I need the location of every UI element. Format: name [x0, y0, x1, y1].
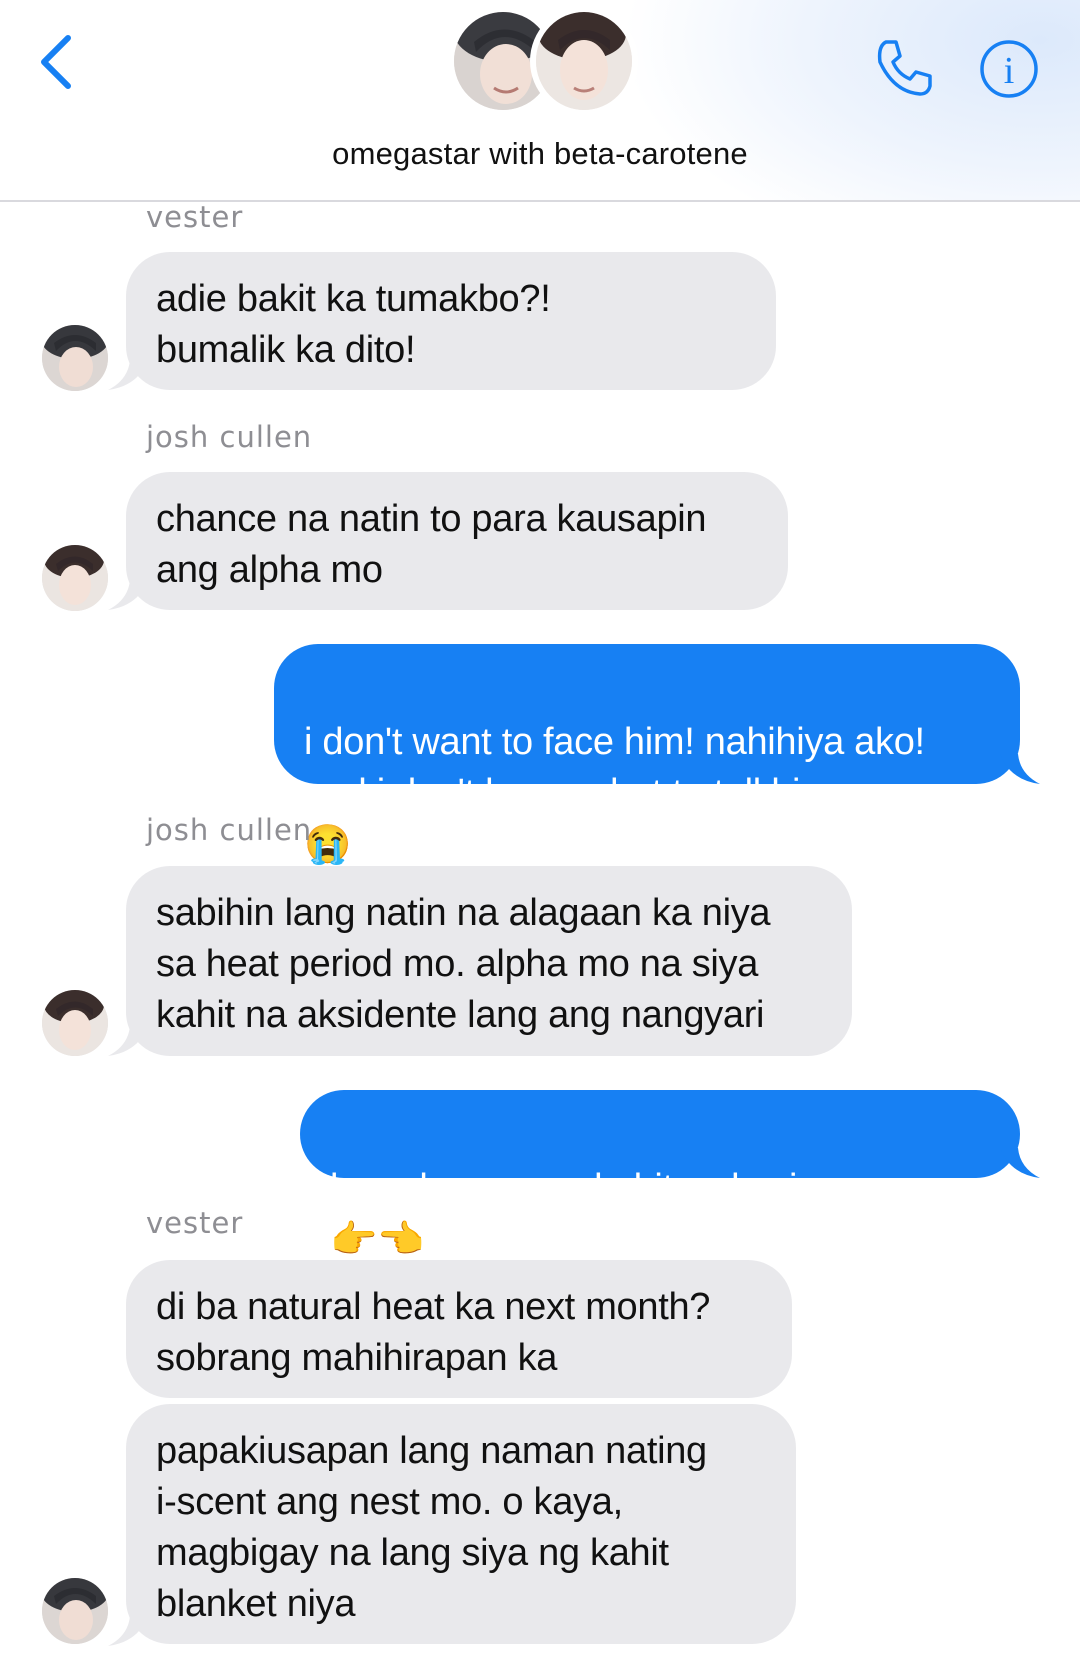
- info-icon[interactable]: i: [978, 38, 1040, 100]
- phone-icon[interactable]: [872, 36, 936, 100]
- sender-name: josh cullen: [146, 420, 313, 454]
- bubble-tail: [108, 1616, 148, 1646]
- bubble-tail: [1000, 754, 1040, 784]
- sender-name: vester: [146, 200, 244, 234]
- outgoing-message-bubble[interactable]: i don't want to face him! nahihiya ako! …: [274, 644, 1020, 866]
- sender-name: josh cullen: [146, 813, 313, 847]
- conversation-header: omegastar with beta-carotene i: [0, 0, 1080, 202]
- avatar[interactable]: [42, 1578, 108, 1644]
- pointing-fingers-icon: 👉👈: [330, 1219, 425, 1262]
- avatar[interactable]: [42, 325, 108, 391]
- svg-text:i: i: [1004, 50, 1015, 92]
- outgoing-message-bubble[interactable]: kaya ko naman kahit wala siya 👉👈: [300, 1090, 1020, 1261]
- bubble-tail: [108, 1026, 148, 1056]
- incoming-message-bubble[interactable]: chance na natin to para kausapin ang alp…: [126, 472, 788, 610]
- group-avatars[interactable]: [448, 6, 638, 116]
- message-text: kaya ko naman kahit wala siya: [330, 1167, 837, 1209]
- conversation-title[interactable]: omegastar with beta-carotene: [0, 136, 1080, 172]
- bubble-tail: [108, 360, 148, 390]
- incoming-message-bubble[interactable]: papakiusapan lang naman nating i-scent a…: [126, 1404, 796, 1644]
- incoming-message-bubble[interactable]: di ba natural heat ka next month? sobran…: [126, 1260, 792, 1398]
- avatar[interactable]: [42, 990, 108, 1056]
- bubble-tail: [108, 580, 148, 610]
- avatar[interactable]: [42, 545, 108, 611]
- bubble-tail: [1000, 1148, 1040, 1178]
- incoming-message-bubble[interactable]: adie bakit ka tumakbo?! bumalik ka dito!: [126, 252, 776, 390]
- chevron-left-icon[interactable]: [36, 32, 76, 92]
- avatar: [530, 6, 638, 116]
- incoming-message-bubble[interactable]: sabihin lang natin na alagaan ka niya sa…: [126, 866, 852, 1056]
- sender-name: vester: [146, 1206, 244, 1240]
- message-text: i don't want to face him! nahihiya ako! …: [304, 721, 925, 814]
